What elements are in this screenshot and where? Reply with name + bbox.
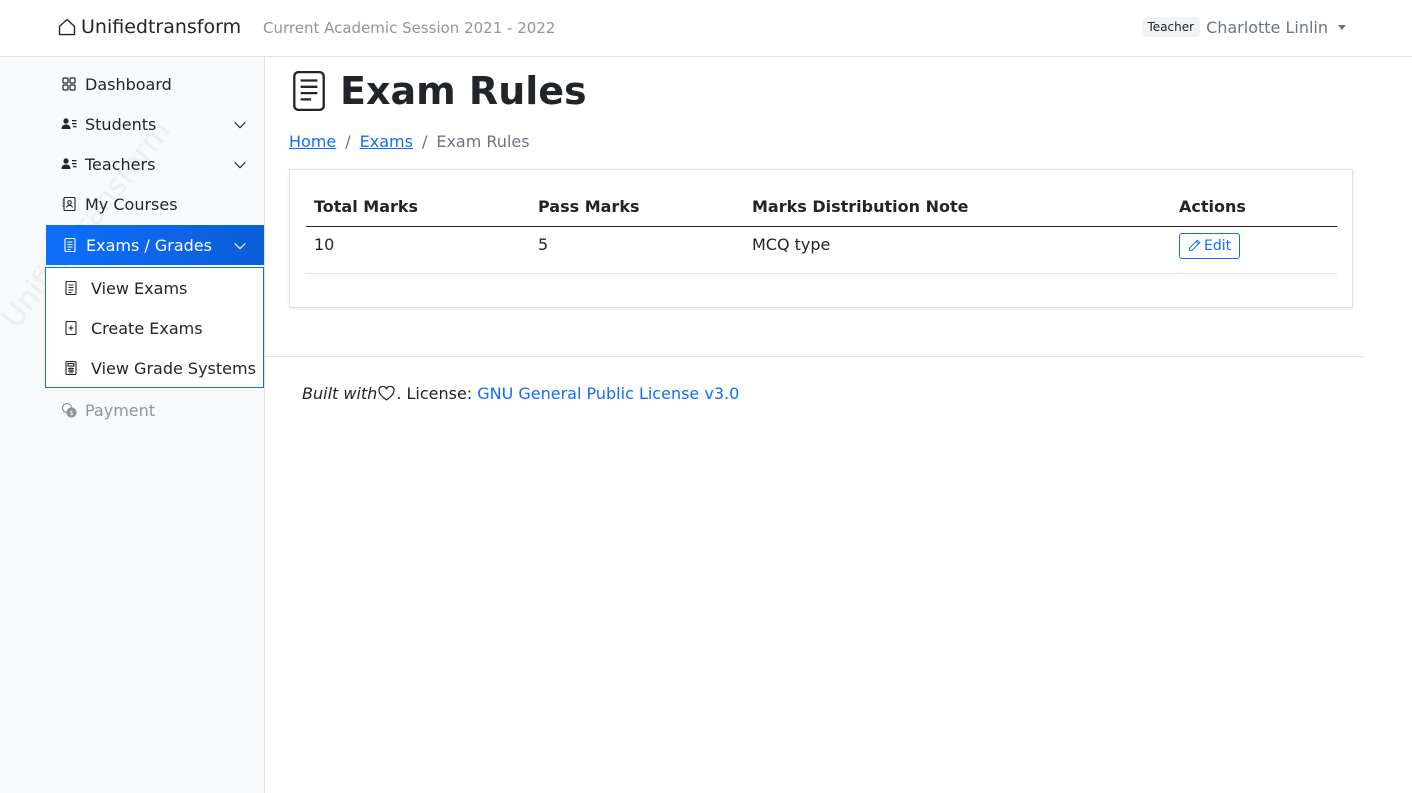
sidebar-item-dashboard[interactable]: Dashboard [46,65,264,103]
file-text-icon [64,237,76,253]
coins-icon: $ [61,402,77,418]
sidebar-item-my-courses[interactable]: My Courses [46,185,264,223]
table-header-row: Total Marks Pass Marks Marks Distributio… [306,188,1337,227]
brand-link[interactable]: Unifiedtransform [57,16,241,38]
file-plus-icon [65,320,77,336]
edit-button[interactable]: Edit [1179,232,1241,259]
submenu-item-label: View Exams [91,278,188,298]
svg-text:$: $ [70,410,74,417]
cell-pass-marks: 5 [530,226,744,274]
sidebar-item-label: Dashboard [85,74,172,94]
exam-rules-table: Total Marks Pass Marks Marks Distributio… [306,188,1337,274]
submenu-item-label: View Grade Systems [91,358,256,378]
academic-session: Current Academic Session 2021 - 2022 [263,19,556,37]
chevron-down-icon [234,121,246,129]
journal-person-icon [62,196,76,212]
submenu-item-create-exams[interactable]: Create Exams [46,308,263,348]
user-name: Charlotte Linlin [1206,17,1328,37]
sidebar-item-label: Payment [85,400,156,420]
breadcrumb-separator: / [421,132,428,151]
footer: Built with . License: GNU General Public… [302,384,739,403]
main-content: Exam Rules Home / Exams / Exam Rules Tot… [265,57,1412,793]
user-dropdown[interactable]: Teacher Charlotte Linlin [1141,17,1346,37]
breadcrumb-home[interactable]: Home [289,132,336,151]
role-badge: Teacher [1141,17,1201,37]
header-actions: Actions [1171,188,1337,227]
breadcrumb: Home / Exams / Exam Rules [289,132,530,151]
brand-name: Unifiedtransform [81,16,242,38]
footer-divider [265,356,1364,357]
submenu-item-view-exams[interactable]: View Exams [46,268,263,308]
calculator-icon [65,360,77,376]
person-lines-icon [61,118,77,129]
page-title-text: Exam Rules [340,69,587,113]
sidebar-item-payment: $ Payment [46,391,264,429]
cell-note: MCQ type [744,226,1171,274]
grid-icon [62,77,76,91]
sidebar-item-label: Teachers [85,154,156,174]
top-navbar: Unifiedtransform Current Academic Sessio… [0,0,1412,57]
license-link[interactable]: GNU General Public License v3.0 [477,384,739,403]
file-text-icon [65,280,77,296]
chevron-down-icon [234,161,246,169]
sidebar-item-label: Exams / Grades [86,235,212,255]
house-icon [58,18,76,36]
sidebar-item-exams-grades[interactable]: Exams / Grades [46,225,264,265]
breadcrumb-separator: / [345,132,351,151]
table-row: 10 5 MCQ type Edit [306,226,1337,274]
breadcrumb-exams[interactable]: Exams [360,132,413,151]
person-lines-icon [61,158,77,169]
chevron-down-icon [234,242,246,250]
pencil-icon [1189,239,1201,251]
sidebar-item-label: My Courses [85,194,178,214]
exam-rules-card: Total Marks Pass Marks Marks Distributio… [289,169,1353,308]
file-text-icon [293,70,325,112]
header-pass-marks: Pass Marks [530,188,744,227]
cell-actions: Edit [1171,226,1337,274]
footer-license-prefix: . License: [396,384,473,403]
footer-built-with: Built with [302,384,378,403]
sidebar-item-teachers[interactable]: Teachers [46,145,264,183]
header-marks-distribution-note: Marks Distribution Note [744,188,1171,227]
caret-down-icon [1338,24,1346,30]
header-total-marks: Total Marks [306,188,530,227]
cell-total-marks: 10 [306,226,530,274]
sidebar-item-label: Students [85,114,157,134]
page-title: Exam Rules [292,69,587,113]
submenu-item-view-grade-systems[interactable]: View Grade Systems [46,348,263,388]
sidebar: Unifiedtransform Dashboard Students Teac… [0,57,265,793]
sidebar-item-students[interactable]: Students [46,105,264,143]
edit-button-label: Edit [1204,237,1232,254]
exams-submenu: View Exams Create Exams View Grade Syste… [45,267,264,388]
submenu-item-label: Create Exams [91,318,203,338]
breadcrumb-current: Exam Rules [436,132,530,151]
heart-icon [378,386,395,401]
